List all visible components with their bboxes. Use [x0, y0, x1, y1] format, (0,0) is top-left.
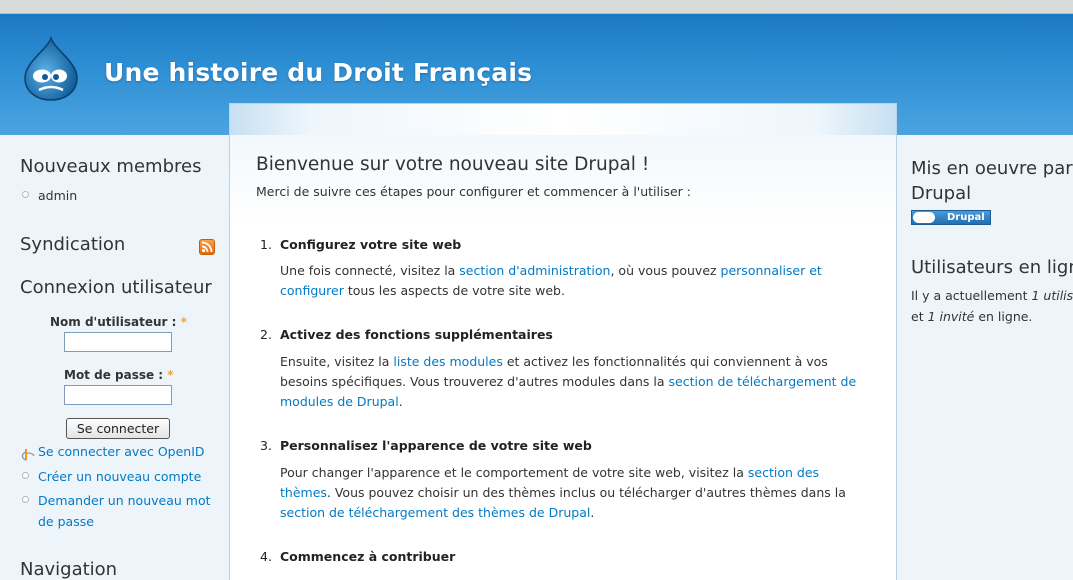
themes-section-link[interactable]: section des — [748, 465, 819, 480]
content-top-frame — [229, 103, 897, 135]
list-item: Créer un nouveau compte — [20, 466, 211, 487]
themes-download-link[interactable]: section de téléchargement des thèmes de … — [280, 505, 590, 520]
powered-by-drupal-badge[interactable]: Drupal — [911, 210, 991, 225]
openid-login-link[interactable]: Se connecter avec OpenID — [38, 444, 205, 459]
page-title: Bienvenue sur votre nouveau site Drupal … — [256, 154, 650, 175]
admin-section-link[interactable]: section d'administration — [459, 263, 610, 278]
syndication-title: Syndication — [20, 234, 126, 255]
required-mark: * — [180, 315, 187, 329]
step-number: 2. — [260, 327, 272, 342]
login-submit-button[interactable]: Se connecter — [66, 418, 170, 439]
bullet-icon — [22, 496, 29, 503]
step-description: Une fois connecté, visitez la section d'… — [280, 263, 822, 298]
step-title: Personnalisez l'apparence de votre site … — [280, 438, 592, 453]
right-sidebar: Mis en oeuvre par Drupal Drupal Utilisat… — [897, 135, 1073, 580]
themes-section-link-cont[interactable]: thèmes — [280, 485, 327, 500]
modules-list-link[interactable]: liste des modules — [393, 354, 503, 369]
username-label: Nom d'utilisateur : * — [50, 315, 187, 329]
online-users-text: Il y a actuellement 1 utilis et 1 invité… — [911, 288, 1073, 324]
main-content: Bienvenue sur votre nouveau site Drupal … — [229, 135, 897, 580]
step-title: Configurez votre site web — [280, 237, 462, 252]
site-name[interactable]: Une histoire du Droit Français — [104, 58, 532, 87]
bullet-icon — [22, 472, 29, 479]
new-members-list: admin — [20, 185, 77, 206]
step-description: Pour changer l'apparence et le comportem… — [280, 465, 846, 520]
step-number: 1. — [260, 237, 272, 252]
login-links-list: Créer un nouveau compte Demander un nouv… — [20, 466, 211, 532]
list-item: Demander un nouveau mot de passe — [20, 490, 211, 532]
rss-feed-icon[interactable] — [199, 239, 215, 255]
customize-link[interactable]: personnaliser et — [721, 263, 822, 278]
left-sidebar: Nouveaux membres admin Syndication Conne… — [0, 135, 229, 580]
badge-label: Drupal — [947, 212, 985, 223]
step-number: 4. — [260, 549, 272, 564]
online-users-title: Utilisateurs en ligne — [911, 257, 1073, 278]
password-input[interactable] — [64, 385, 172, 405]
step-title: Activez des fonctions supplémentaires — [280, 327, 553, 342]
list-item: admin — [20, 185, 77, 206]
drupal-logo-icon[interactable] — [21, 36, 81, 102]
password-label: Mot de passe : * — [64, 368, 174, 382]
bullet-icon — [22, 191, 29, 198]
request-password-link[interactable]: Demander un nouveau mot de passe — [38, 493, 211, 529]
create-account-link[interactable]: Créer un nouveau compte — [38, 469, 201, 484]
new-members-title: Nouveaux membres — [20, 156, 202, 177]
modules-download-link[interactable]: section de téléchargement de — [669, 374, 857, 389]
required-mark: * — [167, 368, 174, 382]
login-block-title: Connexion utilisateur — [20, 277, 212, 298]
openid-link-row: Se connecter avec OpenID — [20, 441, 205, 462]
step-description: Ensuite, visitez la liste des modules et… — [280, 354, 857, 409]
step-number: 3. — [260, 438, 272, 453]
drupal-drop-icon — [913, 212, 935, 223]
navigation-title: Navigation — [20, 559, 118, 580]
step-title: Commencez à contribuer — [280, 549, 456, 564]
browser-top-strip — [0, 0, 1073, 14]
powered-by-title: Mis en oeuvre par Drupal — [911, 158, 1073, 204]
openid-icon — [21, 449, 35, 461]
member-name[interactable]: admin — [38, 188, 77, 203]
username-input[interactable] — [64, 332, 172, 352]
intro-text: Merci de suivre ces étapes pour configur… — [256, 184, 691, 199]
modules-download-link-cont[interactable]: modules de Drupal — [280, 394, 399, 409]
configure-link[interactable]: configurer — [280, 283, 344, 298]
